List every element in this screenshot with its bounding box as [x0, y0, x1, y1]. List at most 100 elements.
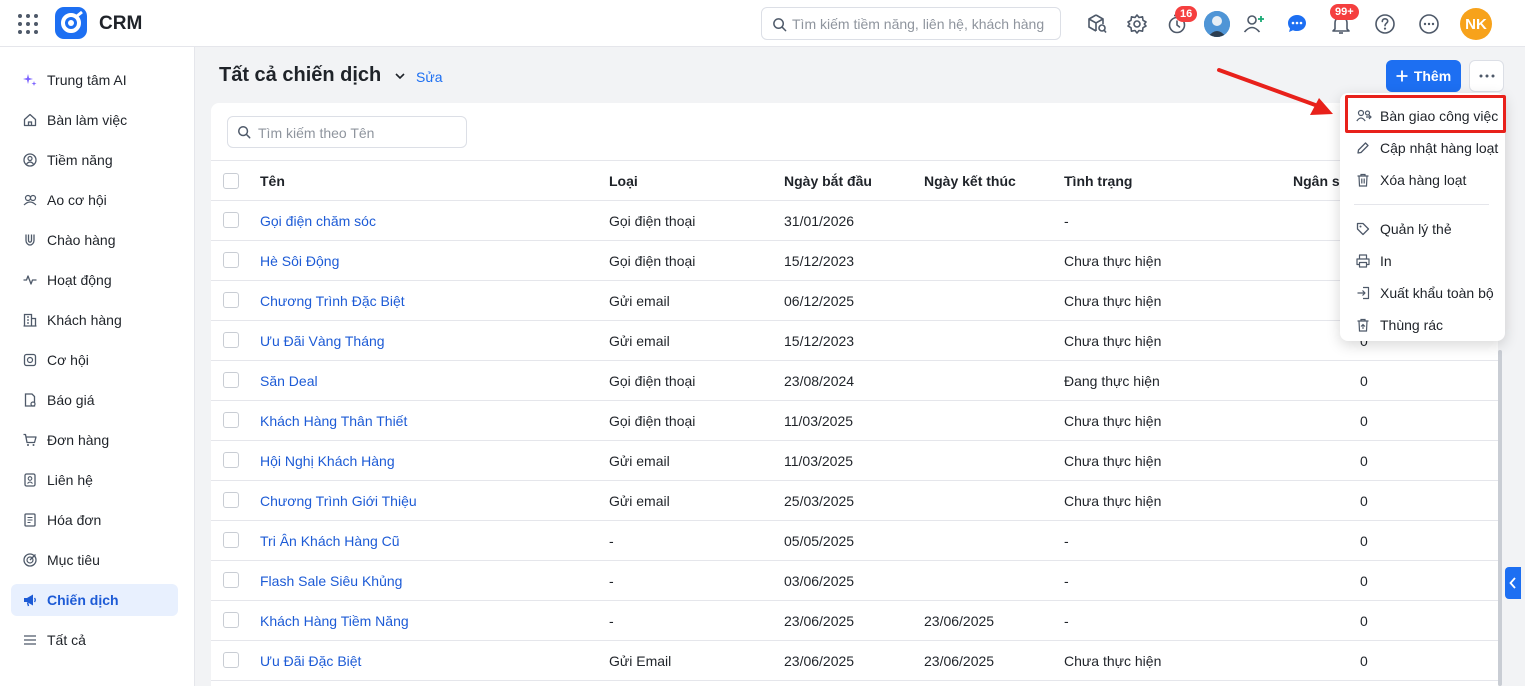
building-icon — [23, 313, 37, 327]
app-grid-icon[interactable] — [17, 13, 39, 35]
global-search[interactable] — [761, 7, 1061, 40]
sidebar-item-label: Ao cơ hội — [47, 192, 107, 208]
menu-item-bulk-update[interactable]: Cập nhật hàng loạt — [1340, 133, 1505, 163]
table-search-input[interactable] — [258, 123, 458, 143]
menu-item-print[interactable]: In — [1340, 246, 1505, 276]
menu-item-export-all[interactable]: Xuất khẩu toàn bộ — [1340, 278, 1505, 308]
sidebar-item-trung-tam-ai[interactable]: Trung tâm AI — [11, 64, 178, 96]
gear-icon[interactable] — [1124, 11, 1150, 37]
row-checkbox[interactable] — [223, 212, 239, 228]
cell-name[interactable]: Tri Ân Khách Hàng Cũ — [260, 533, 400, 549]
chat-icon[interactable] — [1284, 11, 1310, 37]
sidebar-item-bao-gia[interactable]: Báo giá — [11, 384, 178, 416]
search-icon — [238, 126, 251, 139]
help-icon[interactable] — [1372, 11, 1398, 37]
cell-name[interactable]: Gọi điện chăm sóc — [260, 213, 376, 229]
sidebar-item-label: Bàn làm việc — [47, 112, 128, 128]
select-all-checkbox[interactable] — [223, 173, 239, 189]
global-search-input[interactable] — [792, 14, 1054, 34]
tag-icon — [1356, 222, 1370, 236]
table-row[interactable]: Chương Trình Giới Thiệu Gửi email 25/03/20… — [211, 481, 1498, 521]
top-bar: CRM 16 99+ NK — [0, 0, 1525, 47]
row-checkbox[interactable] — [223, 372, 239, 388]
sidebar-item-chao-hang[interactable]: Chào hàng — [11, 224, 178, 256]
row-checkbox[interactable] — [223, 652, 239, 668]
sidebar-item-ao-co-hoi[interactable]: Ao cơ hội — [11, 184, 178, 216]
add-user-icon[interactable] — [1241, 11, 1267, 37]
cell-type: Gọi điện thoại — [609, 413, 696, 429]
column-header-type[interactable]: Loại — [609, 173, 638, 189]
row-checkbox[interactable] — [223, 532, 239, 548]
cell-name[interactable]: Săn Deal — [260, 373, 318, 389]
table-row[interactable]: Flash Sale Siêu Khủng - 03/06/2025 - 0 — [211, 561, 1498, 601]
app-name: CRM — [99, 13, 143, 34]
sidebar-item-muc-tieu[interactable]: Mục tiêu — [11, 544, 178, 576]
sidebar-item-ban-lam-viec[interactable]: Bàn làm việc — [11, 104, 178, 136]
avatar[interactable]: NK — [1460, 8, 1492, 40]
table-row[interactable]: Gọi điện chăm sóc Gọi điện thoại 31/01/202… — [211, 201, 1498, 241]
row-checkbox[interactable] — [223, 252, 239, 268]
table-row[interactable]: Tri Ân Khách Hàng Cũ - 05/05/2025 - 0 — [211, 521, 1498, 561]
side-panel-toggle[interactable] — [1505, 567, 1521, 599]
menu-item-bulk-delete[interactable]: Xóa hàng loạt — [1340, 165, 1505, 195]
menu-item-recycle-bin[interactable]: Thùng rác — [1340, 310, 1505, 340]
column-header-end-date[interactable]: Ngày kết thúc — [924, 173, 1016, 189]
row-checkbox[interactable] — [223, 452, 239, 468]
row-checkbox[interactable] — [223, 292, 239, 308]
cell-name[interactable]: Ưu Đãi Vàng Tháng — [260, 333, 385, 349]
sidebar-item-hoat-dong[interactable]: Hoạt động — [11, 264, 178, 296]
cell-start-date: 23/08/2024 — [784, 373, 855, 389]
cell-start-date: 25/03/2025 — [784, 493, 855, 509]
cell-name[interactable]: Chương Trình Giới Thiệu — [260, 493, 417, 509]
row-checkbox[interactable] — [223, 492, 239, 508]
sidebar-item-khach-hang[interactable]: Khách hàng — [11, 304, 178, 336]
sidebar-item-tiem-nang[interactable]: Tiềm năng — [11, 144, 178, 176]
table-row[interactable]: Ưu Đãi Vàng Tháng Gửi email 15/12/2023 Chưa… — [211, 321, 1498, 361]
menu-item-label: Xóa hàng loạt — [1380, 172, 1467, 188]
table-row[interactable]: Khách Hàng Tiềm Năng - 23/06/2025 23/06/202… — [211, 601, 1498, 641]
cell-name[interactable]: Khách Hàng Thân Thiết — [260, 413, 407, 429]
cell-status: - — [1064, 573, 1069, 589]
cell-end-date: 23/06/2025 — [924, 613, 995, 629]
cell-budget: 0 — [1360, 653, 1368, 669]
user-avatar-icon[interactable] — [1204, 11, 1230, 37]
more-options-icon[interactable] — [1416, 11, 1442, 37]
sidebar-item-tat-ca[interactable]: Tất cả — [11, 624, 178, 656]
row-checkbox[interactable] — [223, 612, 239, 628]
cell-name[interactable]: Chương Trình Đặc Biệt — [260, 293, 405, 309]
column-header-status[interactable]: Tình trạng — [1064, 173, 1132, 189]
sidebar-item-hoa-don[interactable]: Hóa đơn — [11, 504, 178, 536]
sidebar-item-chien-dich[interactable]: Chiến dịch — [11, 584, 178, 616]
more-actions-button[interactable] — [1469, 60, 1504, 92]
crm-logo-icon — [55, 7, 87, 39]
row-checkbox[interactable] — [223, 332, 239, 348]
cell-name[interactable]: Hè Sôi Động — [260, 253, 339, 269]
cube-search-icon[interactable] — [1084, 11, 1110, 37]
table-row[interactable]: Ưu Đãi Đặc Biệt Gửi Email 23/06/2025 23/06/… — [211, 641, 1498, 681]
cell-name[interactable]: Ưu Đãi Đặc Biệt — [260, 653, 361, 669]
cell-name[interactable]: Hội Nghị Khách Hàng — [260, 453, 395, 469]
table-row[interactable]: Hè Sôi Động Gọi điện thoại 15/12/2023 Chưa … — [211, 241, 1498, 281]
table-row[interactable]: Chương Trình Đặc Biệt Gửi email 06/12/2025… — [211, 281, 1498, 321]
column-header-budget[interactable]: Ngân s — [1293, 173, 1340, 189]
menu-item-handover[interactable]: Bàn giao công việc — [1340, 101, 1505, 131]
table-row[interactable]: Săn Deal Gọi điện thoại 23/08/2024 Đang thự… — [211, 361, 1498, 401]
column-header-start-date[interactable]: Ngày bắt đầu — [784, 173, 872, 189]
sidebar-item-don-hang[interactable]: Đơn hàng — [11, 424, 178, 456]
chevron-down-icon[interactable] — [394, 70, 406, 82]
table-row[interactable]: Khách Hàng Thân Thiết Gọi điện thoại 11/03… — [211, 401, 1498, 441]
table-search[interactable] — [227, 116, 467, 148]
cell-name[interactable]: Khách Hàng Tiềm Năng — [260, 613, 409, 629]
table-scrollbar[interactable] — [1498, 350, 1502, 686]
row-checkbox[interactable] — [223, 412, 239, 428]
sidebar-item-co-hoi[interactable]: Cơ hội — [11, 344, 178, 376]
table-row[interactable]: Hội Nghị Khách Hàng Gửi email 11/03/2025 Ch… — [211, 441, 1498, 481]
cell-start-date: 03/06/2025 — [784, 573, 855, 589]
edit-view-link[interactable]: Sửa — [416, 69, 443, 85]
add-button[interactable]: Thêm — [1386, 60, 1461, 92]
sidebar-item-lien-he[interactable]: Liên hệ — [11, 464, 178, 496]
column-header-name[interactable]: Tên — [260, 173, 285, 189]
menu-item-manage-tags[interactable]: Quản lý thẻ — [1340, 214, 1505, 244]
cell-name[interactable]: Flash Sale Siêu Khủng — [260, 573, 402, 589]
row-checkbox[interactable] — [223, 572, 239, 588]
